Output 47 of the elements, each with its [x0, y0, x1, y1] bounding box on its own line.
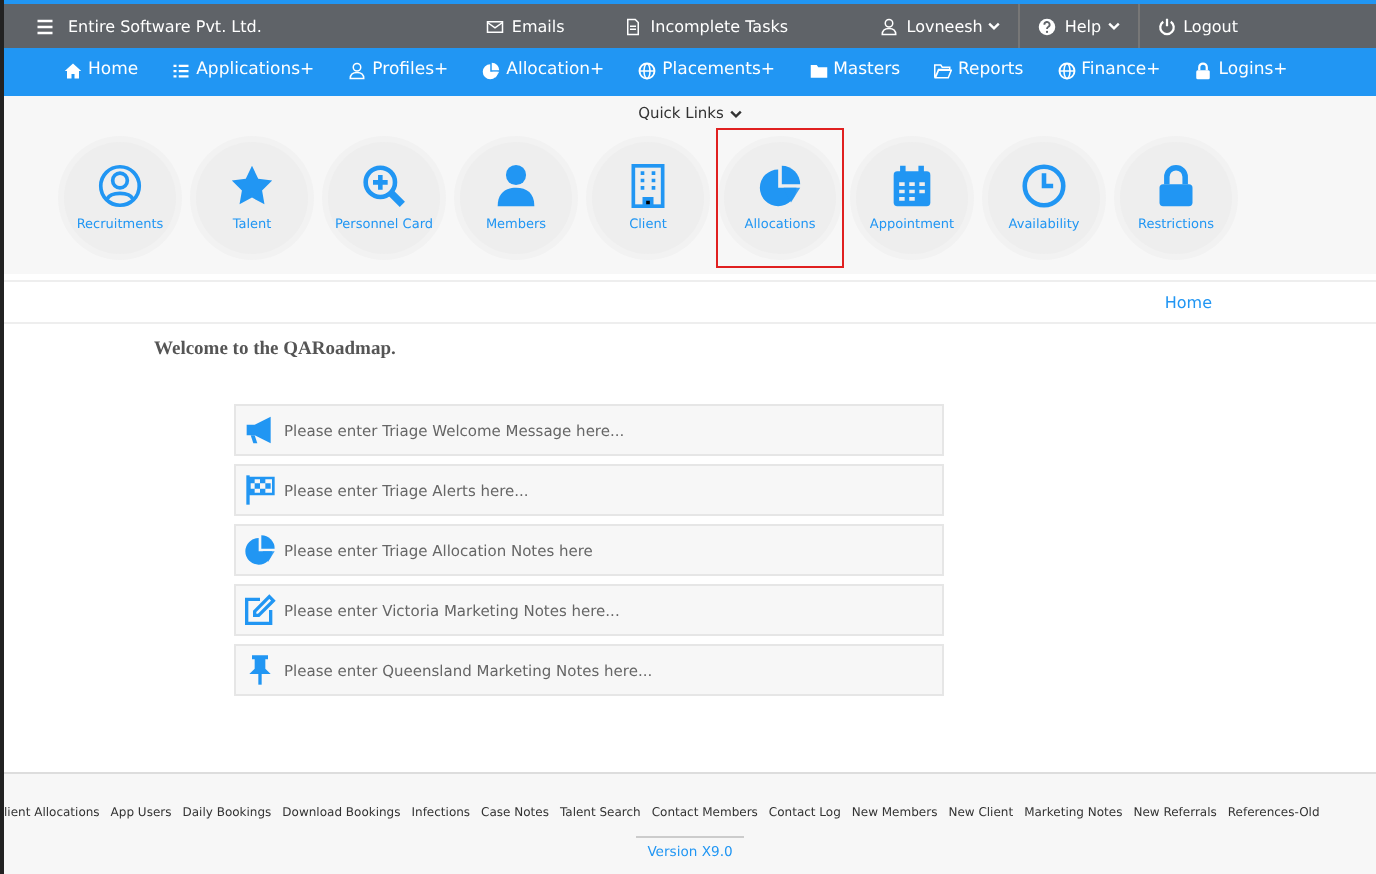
brand-link[interactable]: Entire Software Pvt. Ltd.: [36, 17, 486, 35]
pie-chart-icon: [482, 61, 501, 79]
megaphone-icon: [244, 414, 276, 446]
lock-icon: [1194, 61, 1213, 79]
nav-menu-item[interactable]: Allocation+: [482, 60, 605, 80]
document-icon: [624, 17, 643, 35]
pin-icon: [244, 654, 276, 686]
person-icon: [494, 164, 538, 208]
nav-menu-item[interactable]: Logins+: [1194, 60, 1288, 80]
top-bar-link[interactable]: Incomplete Tasks: [624, 17, 789, 35]
help-icon: [1038, 17, 1057, 35]
flag-icon: [244, 474, 276, 506]
calendar-icon: [890, 164, 934, 208]
user-circle-icon: [98, 164, 142, 208]
welcome-heading: Welcome to the QARoadmap.: [154, 340, 398, 360]
pie-chart-icon: [244, 534, 276, 566]
power-icon: [1157, 17, 1176, 35]
top-bar-menu[interactable]: Lovneesh: [862, 4, 1019, 48]
nav-menu-item[interactable]: Reports: [934, 60, 1024, 80]
nav-menu-item[interactable]: Placements+: [638, 60, 776, 80]
pie-chart-icon: [758, 164, 802, 208]
lock-icon: [1154, 164, 1198, 208]
caret-icon: [988, 20, 1001, 32]
nav-menu-item[interactable]: Profiles+: [348, 60, 449, 80]
clock-icon: [1022, 164, 1066, 208]
edit-icon: [244, 594, 276, 626]
nav-menu-item[interactable]: Finance+: [1057, 60, 1161, 80]
caret-icon: [1107, 20, 1120, 32]
list-icon: [172, 61, 191, 79]
nav-menu-item[interactable]: Applications+: [172, 60, 315, 80]
nav-menu-item[interactable]: Masters: [809, 60, 901, 80]
globe-icon: [638, 61, 657, 79]
caret-icon: [729, 107, 742, 119]
nav-menu-item[interactable]: Home: [64, 60, 139, 80]
home-icon: [64, 61, 82, 79]
breadcrumb-link[interactable]: Home: [1164, 293, 1212, 311]
top-bar-link[interactable]: Emails: [485, 17, 565, 35]
building-icon: [626, 164, 670, 208]
user-icon: [348, 61, 367, 79]
star-icon: [230, 164, 274, 208]
zoom-in-icon: [362, 164, 406, 208]
envelope-icon: [485, 17, 504, 35]
user-icon: [880, 17, 899, 35]
menu-icon[interactable]: [36, 17, 54, 35]
globe-icon: [1057, 61, 1076, 79]
folder-icon: [934, 61, 953, 79]
folder-icon: [809, 61, 828, 79]
